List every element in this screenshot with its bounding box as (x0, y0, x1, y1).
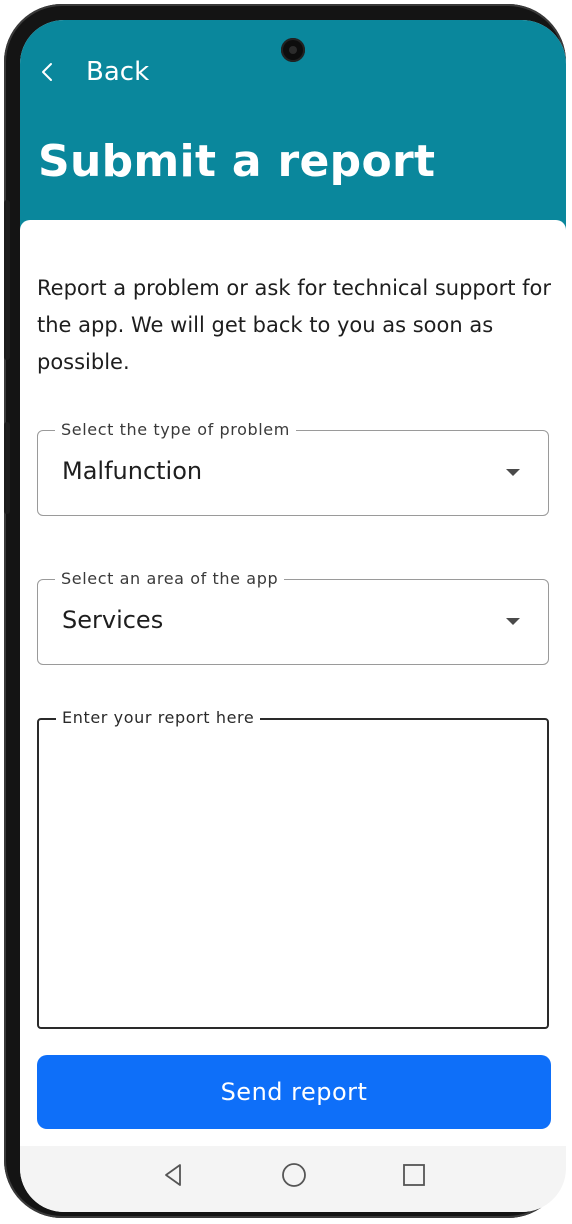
back-label: Back (86, 57, 150, 87)
report-field: Enter your report here (37, 708, 549, 1029)
app-header: Back Submit a report (20, 20, 566, 230)
app-area-select[interactable]: Select an area of the app Services (37, 569, 549, 665)
app-area-label: Select an area of the app (55, 569, 285, 589)
nav-home-icon (279, 1160, 309, 1194)
nav-recents-icon (400, 1161, 428, 1193)
system-navigation-bar (20, 1146, 566, 1212)
page-title: Submit a report (38, 136, 436, 187)
nav-recents-button[interactable] (397, 1160, 431, 1194)
phone-frame: Back Submit a report Report a problem or… (4, 4, 566, 1218)
problem-type-select[interactable]: Select the type of problem Malfunction (37, 420, 549, 516)
nav-back-icon (159, 1161, 187, 1193)
front-camera (281, 38, 305, 62)
screen: Back Submit a report Report a problem or… (20, 20, 566, 1212)
volume-button (4, 200, 10, 360)
nav-home-button[interactable] (277, 1160, 311, 1194)
back-button[interactable]: Back (36, 54, 149, 90)
send-report-button[interactable]: Send report (37, 1055, 551, 1129)
nav-back-button[interactable] (156, 1160, 190, 1194)
power-button (4, 422, 10, 514)
dropdown-arrow-icon (506, 469, 520, 476)
report-textarea[interactable] (51, 738, 539, 1012)
chevron-left-icon (36, 59, 62, 85)
problem-type-value: Malfunction (62, 457, 203, 485)
dropdown-arrow-icon (506, 618, 520, 625)
report-form: Report a problem or ask for technical su… (20, 220, 566, 1150)
report-field-label: Enter your report here (56, 708, 261, 728)
app-area-value: Services (62, 606, 164, 634)
problem-type-label: Select the type of problem (55, 420, 296, 440)
intro-text: Report a problem or ask for technical su… (37, 276, 552, 374)
